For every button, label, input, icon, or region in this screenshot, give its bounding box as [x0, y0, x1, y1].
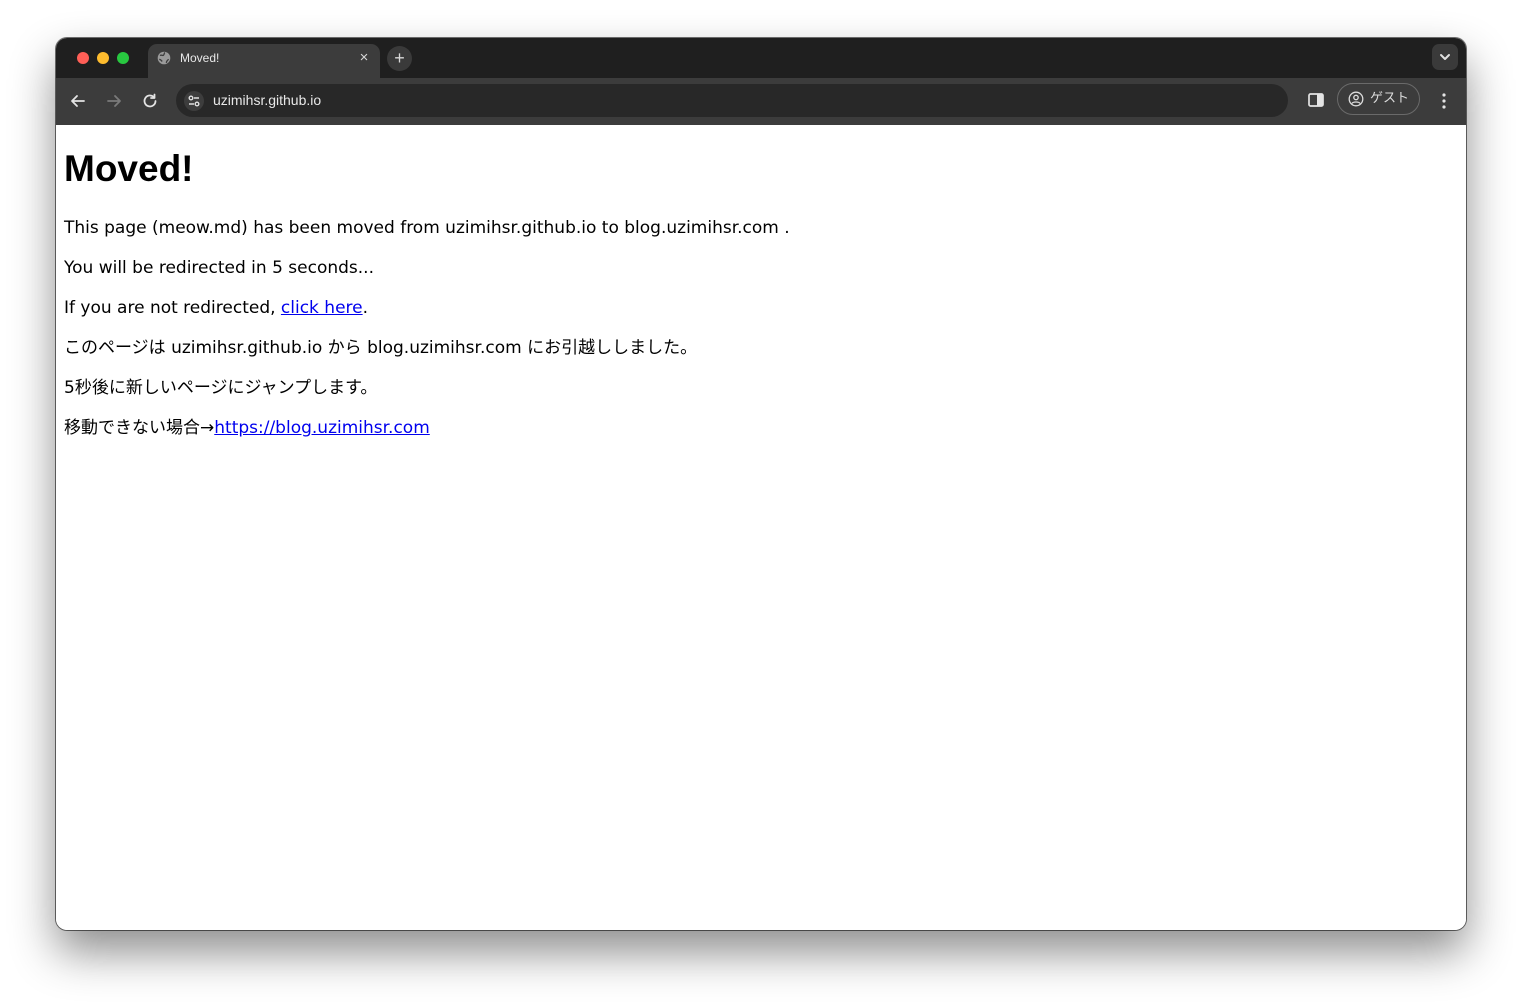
forward-arrow-icon[interactable] [103, 90, 125, 112]
maximize-window-button[interactable] [117, 52, 129, 64]
fallback-notice-en: If you are not redirected, click here. [64, 297, 368, 319]
browser-window: Moved! × + uzimihsr.github.io ゲスト Moved!… [56, 38, 1466, 930]
fallback-suffix: . [362, 298, 369, 318]
page-content: Moved! This page (meow.md) has been move… [56, 125, 1466, 930]
tab-search-button[interactable] [1432, 44, 1458, 70]
click-here-link[interactable]: click here [281, 298, 363, 318]
close-tab-icon[interactable]: × [356, 50, 372, 66]
profile-label: ゲスト [1370, 91, 1410, 106]
more-menu-icon[interactable] [1434, 90, 1454, 112]
url-text[interactable]: uzimihsr.github.io [213, 92, 321, 109]
minimize-window-button[interactable] [97, 52, 109, 64]
moved-notice-en: This page (meow.md) has been moved from … [64, 218, 790, 238]
tab-title: Moved! [180, 51, 220, 65]
close-window-button[interactable] [77, 52, 89, 64]
browser-toolbar: uzimihsr.github.io ゲスト [56, 78, 1466, 125]
page-title: Moved! [64, 148, 194, 189]
globe-icon [157, 51, 171, 65]
site-info-icon[interactable] [184, 91, 204, 111]
fallback-prefix-ja: 移動できない場合→ [64, 418, 215, 438]
redirect-notice-en: You will be redirected in 5 seconds... [64, 258, 374, 278]
address-bar[interactable]: uzimihsr.github.io [176, 84, 1288, 117]
new-tab-button[interactable]: + [387, 46, 412, 71]
reload-icon[interactable] [139, 90, 161, 112]
profile-button[interactable]: ゲスト [1337, 83, 1420, 115]
redirect-notice-ja: 5秒後に新しいページにジャンプします。 [64, 378, 378, 398]
account-circle-icon [1348, 91, 1364, 107]
blog-url-link[interactable]: https://blog.uzimihsr.com [214, 418, 430, 438]
chevron-down-icon [1440, 54, 1450, 60]
moved-notice-ja: このページは uzimihsr.github.io から blog.uzimih… [64, 338, 698, 358]
fallback-prefix: If you are not redirected, [64, 298, 281, 318]
fallback-notice-ja: 移動できない場合→https://blog.uzimihsr.com [64, 417, 430, 439]
tab-strip: Moved! × + [56, 38, 1466, 78]
tab-moved[interactable]: Moved! × [148, 44, 380, 78]
back-arrow-icon[interactable] [67, 90, 89, 112]
side-panel-icon[interactable] [1306, 90, 1326, 110]
